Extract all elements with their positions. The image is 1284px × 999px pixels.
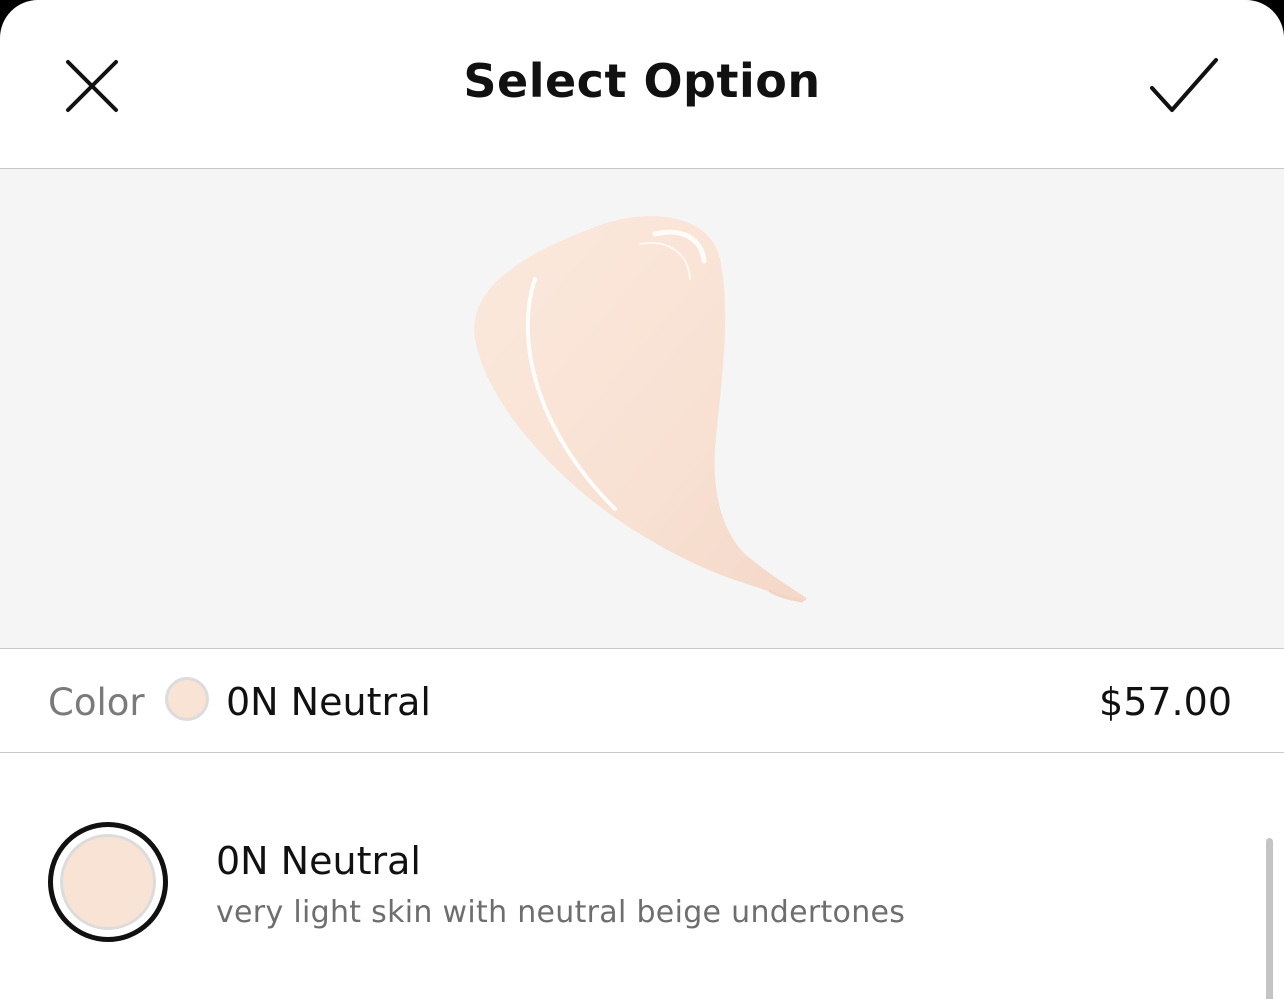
option-description: very light skin with neutral beige under… xyxy=(216,895,906,930)
option-item-0n-neutral[interactable]: 0N Neutral very light skin with neutral … xyxy=(0,753,1284,999)
header: Select Option xyxy=(0,0,1284,169)
selected-color-name: 0N Neutral xyxy=(226,680,431,724)
product-preview xyxy=(0,169,1284,649)
option-name: 0N Neutral xyxy=(216,839,421,883)
option-swatch-selected-ring xyxy=(48,822,168,942)
page-title: Select Option xyxy=(463,54,821,108)
select-option-sheet: Select Option Color 0N Neutral $57.00 0N… xyxy=(0,0,1284,999)
confirm-button[interactable] xyxy=(1148,50,1220,122)
option-swatch xyxy=(60,834,156,930)
price: $57.00 xyxy=(1099,680,1232,724)
selected-color-swatch xyxy=(165,677,209,721)
checkmark-icon xyxy=(1150,58,1218,112)
scrollbar[interactable] xyxy=(1266,838,1273,999)
foundation-swatch-image xyxy=(474,216,807,603)
color-label: Color xyxy=(48,681,145,724)
selected-color-row: Color 0N Neutral $57.00 xyxy=(0,649,1284,753)
